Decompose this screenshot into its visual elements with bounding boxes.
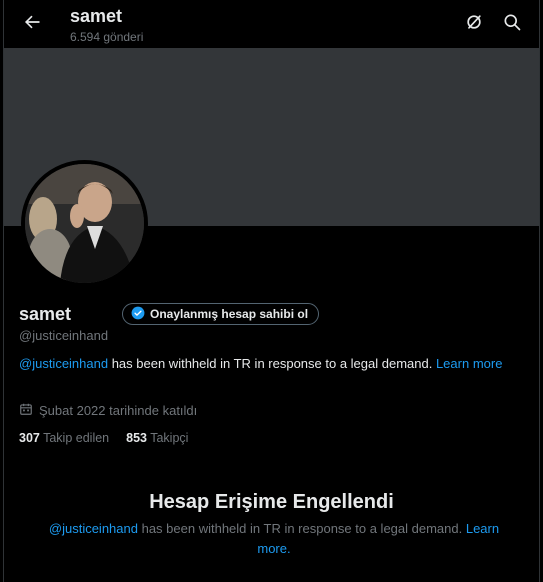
back-button[interactable] (16, 8, 48, 40)
grok-button[interactable] (458, 8, 490, 40)
withheld-handle-link[interactable]: @justiceinhand (19, 356, 108, 371)
back-arrow-icon (22, 12, 42, 37)
header-title-block: samet 6.594 gönderi (70, 6, 143, 45)
followers-label: Takipçi (150, 431, 189, 445)
avatar[interactable] (21, 160, 148, 287)
withheld-notice: @justiceinhand has been withheld in TR i… (19, 355, 509, 373)
verified-badge-icon (131, 306, 145, 323)
join-date: Şubat 2022 tarihinde katıldı (19, 402, 197, 419)
get-verified-label: Onaylanmış hesap sahibi ol (150, 307, 309, 321)
followers-count: 853 (126, 431, 147, 445)
following-label: Takip edilen (43, 431, 110, 445)
get-verified-button[interactable]: Onaylanmış hesap sahibi ol (122, 303, 320, 325)
followers-link[interactable]: 853 Takipçi (126, 431, 188, 445)
blocked-title: Hesap Erişime Engellendi (149, 491, 394, 513)
following-count: 307 (19, 431, 40, 445)
grok-icon (464, 12, 484, 37)
profile-handle: @justiceinhand (19, 328, 109, 343)
profile-page: samet 6.594 gönderi samet Onaylanmış hes… (3, 0, 540, 582)
page-title: samet (70, 6, 123, 26)
search-button[interactable] (496, 8, 528, 40)
calendar-icon (19, 402, 33, 419)
learn-more-link[interactable]: Learn more (436, 356, 502, 371)
top-header: samet 6.594 gönderi (4, 0, 539, 48)
follow-stats: 307 Takip edilen 853 Takipçi (19, 431, 188, 445)
avatar-photo (25, 164, 144, 283)
display-name: samet (19, 304, 72, 324)
join-date-text: Şubat 2022 tarihinde katıldı (39, 403, 198, 418)
following-link[interactable]: 307 Takip edilen (19, 431, 109, 445)
search-icon (502, 12, 522, 37)
withheld-text: has been withheld in TR in response to a… (108, 356, 436, 371)
post-count: 6.594 gönderi (70, 30, 144, 44)
blocked-message: @justiceinhand has been withheld in TR i… (34, 519, 514, 559)
blocked-handle-link[interactable]: @justiceinhand (49, 521, 138, 536)
blocked-text: has been withheld in TR in response to a… (137, 521, 466, 536)
